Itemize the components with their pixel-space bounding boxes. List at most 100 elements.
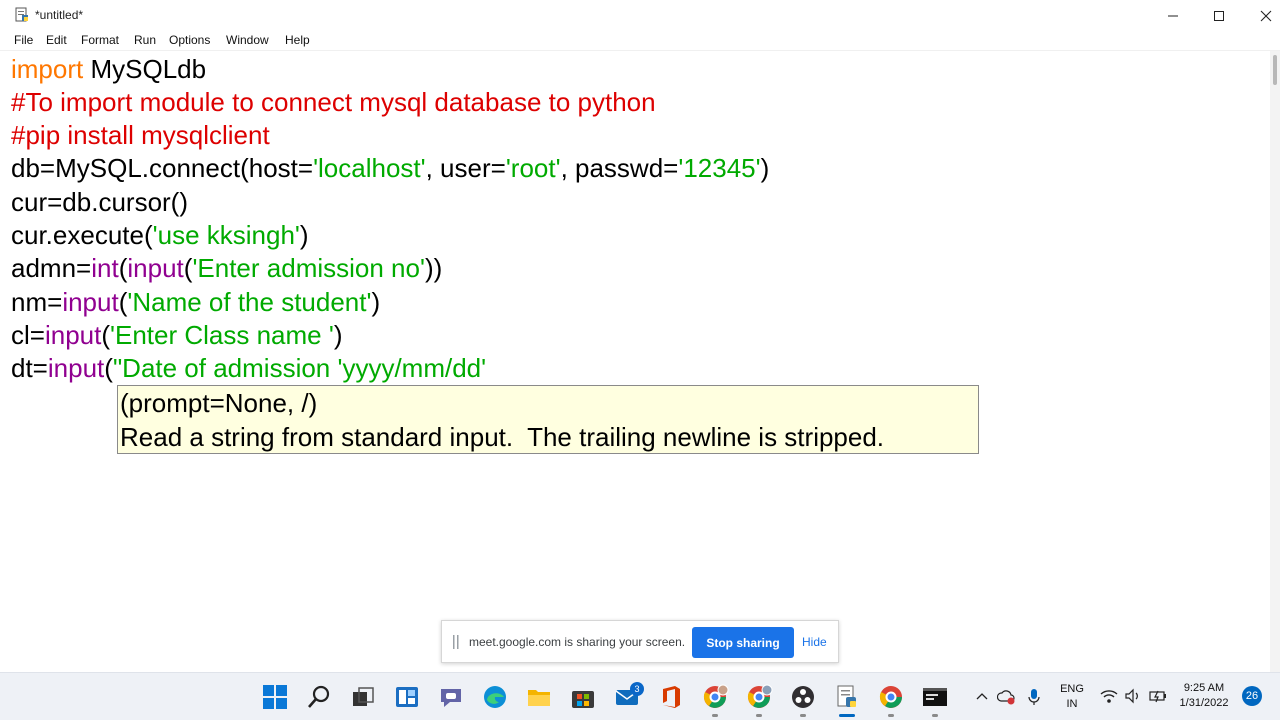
share-message: meet.google.com is sharing your screen. (469, 635, 686, 649)
python-idle-icon[interactable] (833, 683, 861, 711)
scrollbar-thumb[interactable] (1273, 55, 1277, 85)
code-token: )) (424, 253, 443, 283)
string-token: 'use kksingh' (152, 220, 300, 250)
notification-count-badge[interactable]: 26 (1242, 686, 1262, 706)
code-line-7: admn=int(input('Enter admission no')) (11, 252, 442, 285)
chrome-icon[interactable] (877, 683, 905, 711)
vertical-scrollbar[interactable] (1270, 51, 1280, 673)
builtin-token: input (127, 253, 184, 283)
running-indicator (932, 714, 938, 717)
widgets-icon[interactable] (393, 683, 421, 711)
code-token: cur.execute( (11, 220, 153, 250)
menu-file[interactable]: File (14, 33, 33, 47)
taskbar (0, 672, 1280, 720)
region-indicator[interactable]: IN (1058, 698, 1086, 710)
chrome-profile-icon-2[interactable] (745, 683, 773, 711)
code-token: db=MySQL.connect(host= (11, 153, 314, 183)
code-line-6: cur.execute('use kksingh') (11, 219, 309, 252)
menu-options[interactable]: Options (169, 33, 210, 47)
close-button[interactable] (1243, 0, 1280, 31)
code-token: ) (371, 287, 381, 317)
battery-icon[interactable] (1148, 688, 1168, 704)
code-token: admn= (11, 253, 92, 283)
running-indicator (888, 714, 894, 717)
close-icon (1260, 10, 1272, 21)
builtin-token: int (91, 253, 119, 283)
volume-icon[interactable] (1124, 688, 1142, 704)
menu-window[interactable]: Window (226, 33, 269, 47)
chrome-profile-icon[interactable] (701, 683, 729, 711)
string-token: "Date of admission 'yyyy/mm/dd' (112, 353, 487, 383)
code-line-10: dt=input("Date of admission 'yyyy/mm/dd' (11, 352, 486, 385)
office-icon[interactable] (657, 683, 685, 711)
menu-bar: File Edit Format Run Options Window Help (0, 31, 1280, 50)
drag-handle-icon[interactable] (453, 635, 459, 649)
language-indicator[interactable]: ENG (1058, 683, 1086, 695)
obs-icon[interactable] (789, 683, 817, 711)
code-token: , user= (425, 153, 506, 183)
code-token: MySQLdb (83, 54, 207, 84)
string-token: 'Name of the student' (127, 287, 372, 317)
start-icon[interactable] (261, 683, 289, 711)
store-icon[interactable] (569, 683, 597, 711)
maximize-button[interactable] (1196, 0, 1242, 31)
chevron-up-icon[interactable] (975, 690, 989, 704)
keyword-token: import (11, 54, 84, 84)
builtin-token: input (62, 287, 119, 317)
string-token: 'Enter Class name ' (110, 320, 334, 350)
code-line-8: nm=input('Name of the student') (11, 286, 380, 319)
string-token: '12345' (678, 153, 761, 183)
calltip-signature: (prompt=None, /) (120, 388, 318, 418)
code-token: ( (104, 353, 113, 383)
maximize-icon (1214, 10, 1224, 21)
clock-date[interactable]: 1/31/2022 (1172, 697, 1236, 709)
menu-run[interactable]: Run (134, 33, 156, 47)
minimize-button[interactable] (1150, 0, 1196, 31)
wifi-icon[interactable] (1100, 688, 1118, 704)
code-line-1: import MySQLdb (11, 53, 206, 86)
code-line-5: cur=db.cursor() (11, 187, 188, 217)
search-icon[interactable] (305, 683, 333, 711)
file-explorer-icon[interactable] (525, 683, 553, 711)
calltip-tooltip: (prompt=None, /) Read a string from stan… (117, 385, 979, 454)
title-bar: *untitled* (0, 0, 1280, 31)
string-token: 'Enter admission no' (192, 253, 425, 283)
code-token: ( (101, 320, 111, 350)
code-token: dt= (11, 353, 48, 383)
minimize-icon (1168, 15, 1178, 16)
running-indicator (800, 714, 806, 717)
code-line-2: #To import module to connect mysql datab… (11, 87, 656, 117)
string-token: 'localhost' (313, 153, 426, 183)
menu-help[interactable]: Help (285, 33, 310, 47)
mail-unread-badge: 3 (630, 682, 644, 696)
running-indicator (756, 714, 762, 717)
microphone-icon[interactable] (1027, 688, 1041, 706)
edge-icon[interactable] (481, 683, 509, 711)
builtin-token: input (47, 353, 105, 383)
code-line-4: db=MySQL.connect(host='localhost', user=… (11, 152, 769, 185)
cloud-sync-icon[interactable] (997, 689, 1015, 705)
builtin-token: input (44, 320, 102, 350)
mysql-console-icon[interactable] (921, 683, 949, 711)
code-line-9: cl=input('Enter Class name ') (11, 319, 343, 352)
window-title: *untitled* (35, 8, 84, 22)
task-view-icon[interactable] (349, 683, 377, 711)
code-token: cl= (11, 320, 45, 350)
menu-format[interactable]: Format (81, 33, 119, 47)
code-token: , passwd= (560, 153, 679, 183)
stop-sharing-button[interactable]: Stop sharing (692, 627, 794, 658)
active-indicator (839, 714, 855, 717)
screen-share-banner: meet.google.com is sharing your screen. … (441, 620, 839, 663)
code-token: nm= (11, 287, 63, 317)
menu-edit[interactable]: Edit (46, 33, 67, 47)
calltip-doc: Read a string from standard input. The t… (120, 422, 885, 452)
running-indicator (712, 714, 718, 717)
code-token: ) (333, 320, 343, 350)
code-token: ) (760, 153, 770, 183)
code-line-3: #pip install mysqlclient (11, 120, 270, 150)
clock-time[interactable]: 9:25 AM (1172, 682, 1236, 694)
teams-chat-icon[interactable] (437, 683, 465, 711)
code-editor[interactable]: import MySQLdb #To import module to conn… (0, 50, 1280, 673)
hide-button[interactable]: Hide (802, 635, 827, 649)
code-token: ) (299, 220, 309, 250)
